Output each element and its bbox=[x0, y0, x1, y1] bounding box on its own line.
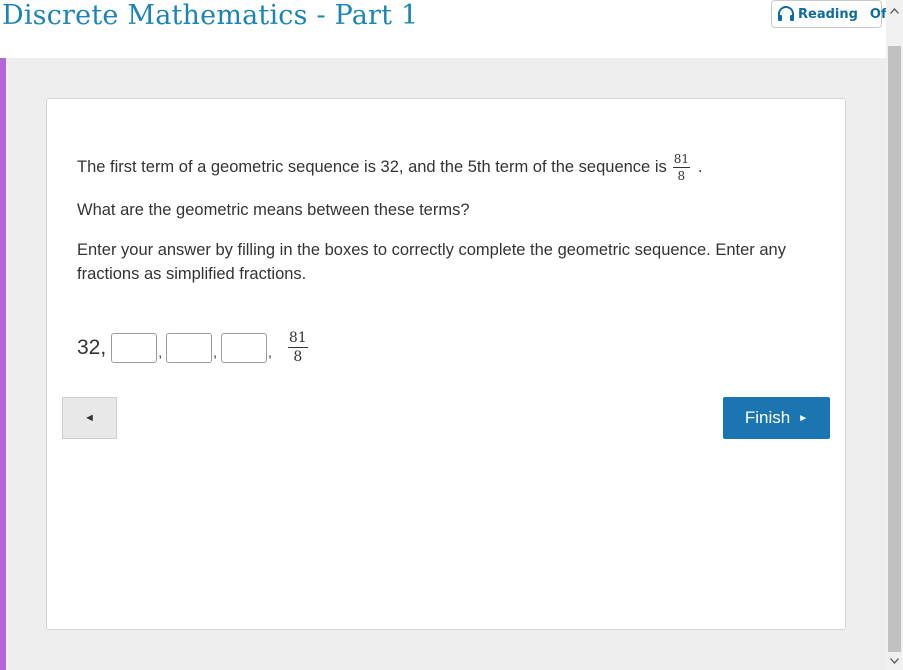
last-term-fraction: 81 8 bbox=[287, 330, 308, 365]
question-line-2: What are the geometric means between the… bbox=[77, 201, 470, 219]
reading-toggle-button[interactable]: Reading Off bbox=[771, 0, 892, 28]
header: Discrete Mathematics - Part 1 Reading Of… bbox=[0, 0, 892, 58]
back-arrow-icon: ◄ bbox=[84, 412, 95, 424]
reading-label: Reading bbox=[798, 6, 858, 22]
page-title: Discrete Mathematics - Part 1 bbox=[2, 0, 419, 31]
fifth-term-fraction: 81 8 bbox=[672, 152, 691, 183]
question-card: The first term of a geometric sequence i… bbox=[46, 98, 846, 630]
finish-button[interactable]: Finish ► bbox=[723, 397, 830, 439]
instructions-line-1: Enter your answer by filling in the boxe… bbox=[77, 241, 786, 259]
separator: , bbox=[267, 343, 272, 360]
scroll-down-icon[interactable] bbox=[886, 652, 903, 670]
content-area: The first term of a geometric sequence i… bbox=[0, 58, 886, 670]
fraction-denominator: 8 bbox=[677, 169, 686, 183]
fraction-denominator: 8 bbox=[293, 349, 303, 365]
first-term: 32, bbox=[77, 335, 107, 359]
accent-bar bbox=[0, 58, 6, 670]
headphones-icon bbox=[778, 6, 794, 21]
reading-toggle-left: Reading bbox=[772, 1, 858, 27]
answer-row: 32, , , , 81 8 bbox=[77, 331, 308, 364]
scroll-thumb[interactable] bbox=[888, 46, 901, 652]
question-text: The first term of a geometric sequence i… bbox=[77, 158, 667, 176]
finish-label: Finish bbox=[744, 408, 791, 427]
answer-box-3[interactable] bbox=[220, 332, 267, 363]
scroll-up-icon[interactable] bbox=[886, 0, 903, 22]
vertical-scrollbar[interactable] bbox=[886, 0, 903, 670]
separator: , bbox=[213, 343, 217, 360]
play-arrow-icon: ► bbox=[798, 412, 809, 424]
question-line-1: The first term of a geometric sequence i… bbox=[77, 153, 703, 182]
question-period: . bbox=[698, 158, 703, 176]
back-button[interactable]: ◄ bbox=[62, 397, 117, 439]
instructions-line-2: fractions as simplified fractions. bbox=[77, 265, 307, 283]
answer-box-1[interactable] bbox=[111, 332, 158, 363]
fraction-numerator: 81 bbox=[672, 152, 691, 168]
separator: , bbox=[158, 343, 163, 360]
answer-box-2[interactable] bbox=[166, 332, 213, 363]
fraction-numerator: 81 bbox=[287, 330, 308, 348]
